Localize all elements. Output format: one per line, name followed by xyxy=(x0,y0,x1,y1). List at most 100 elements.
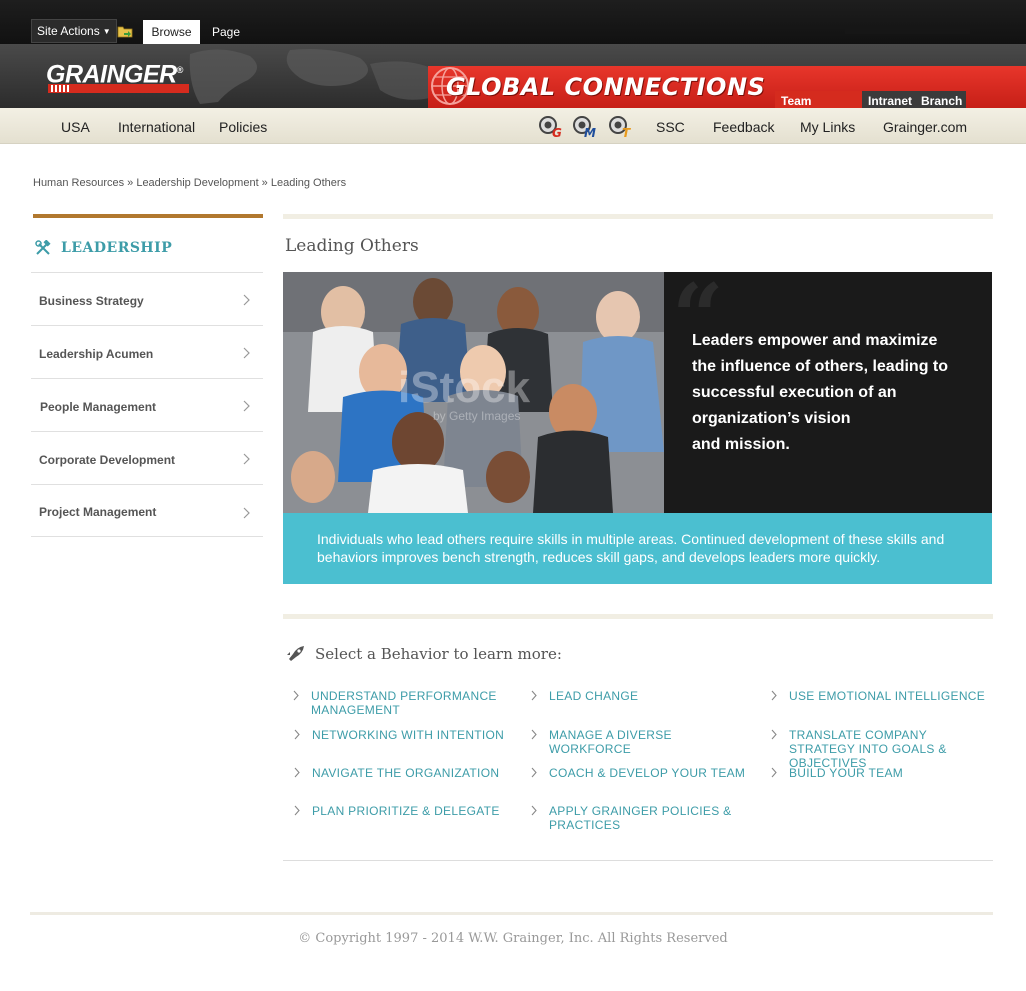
folder-navigate-icon[interactable] xyxy=(117,24,133,38)
behavior-link-translate-company-strategy[interactable]: TRANSLATE COMPANY STRATEGY INTO GOALS & … xyxy=(771,728,989,770)
tab-branch[interactable]: Branch xyxy=(915,91,966,108)
behavior-label: PLAN PRIORITIZE & DELEGATE xyxy=(312,804,500,818)
behavior-link-understand-performance-management[interactable]: UNDERSTAND PERFORMANCE MANAGEMENT xyxy=(293,689,511,717)
chevron-right-icon xyxy=(771,767,777,778)
sidebar-item-people-management[interactable]: People Management xyxy=(31,378,263,431)
nav-policies[interactable]: Policies xyxy=(219,119,267,135)
behavior-label: UNDERSTAND PERFORMANCE MANAGEMENT xyxy=(311,689,497,717)
behavior-link-apply-grainger-policies[interactable]: APPLY GRAINGER POLICIES & PRACTICES xyxy=(531,804,734,832)
chevron-right-icon xyxy=(243,400,250,412)
site-actions-label: Site Actions xyxy=(37,24,100,38)
sidebar-item-leadership-acumen[interactable]: Leadership Acumen xyxy=(31,325,263,378)
behavior-link-plan-prioritize-delegate[interactable]: PLAN PRIORITIZE & DELEGATE xyxy=(294,804,512,818)
site-title: GLOBAL CONNECTIONS xyxy=(446,73,766,101)
breadcrumb[interactable]: Human Resources » Leadership Development… xyxy=(33,177,346,189)
behavior-label: APPLY GRAINGER POLICIES & PRACTICES xyxy=(549,804,732,832)
behavior-label: NETWORKING WITH INTENTION xyxy=(312,728,505,742)
logo-red-bar xyxy=(48,84,189,93)
chevron-right-icon xyxy=(294,729,300,740)
chevron-right-icon xyxy=(243,453,250,465)
svg-text:M: M xyxy=(584,126,596,139)
footer-rule xyxy=(30,912,993,915)
main-bottom-rule xyxy=(283,860,993,861)
chevron-right-icon xyxy=(243,507,250,519)
behavior-link-build-your-team[interactable]: BUILD YOUR TEAM xyxy=(771,766,989,780)
behavior-label: LEAD CHANGE xyxy=(549,689,639,703)
sidebar-item-business-strategy[interactable]: Business Strategy xyxy=(31,272,263,325)
team-photo: iStock by Getty Images xyxy=(283,272,664,513)
logo-wordmark: GRAINGER® xyxy=(46,60,183,89)
sidebar-bottom-rule xyxy=(31,536,263,537)
select-behavior-heading: Select a Behavior to learn more: xyxy=(315,645,562,663)
chevron-right-icon xyxy=(243,294,250,306)
behavior-label: COACH & DEVELOP YOUR TEAM xyxy=(549,766,746,780)
main-top-rule xyxy=(283,214,993,219)
intro-text: Individuals who lead others require skil… xyxy=(317,531,945,565)
behavior-label: TRANSLATE COMPANY STRATEGY INTO GOALS & … xyxy=(789,728,947,770)
sharepoint-ribbon: Site Actions ▼ Browse Page xyxy=(0,0,1026,44)
grainger-logo[interactable]: GRAINGER® xyxy=(46,57,198,97)
nav-ssc[interactable]: SSC xyxy=(656,119,685,135)
chevron-right-icon xyxy=(531,729,537,740)
behavior-link-navigate-the-organization[interactable]: NAVIGATE THE ORGANIZATION xyxy=(294,766,512,780)
behavior-link-manage-diverse-workforce[interactable]: MANAGE A DIVERSE WORKFORCE xyxy=(531,728,754,756)
tab-browse[interactable]: Browse xyxy=(143,20,200,44)
main-nav: USA International Policies G M T SSC Fee… xyxy=(0,108,1026,144)
app-t-icon[interactable]: T xyxy=(608,115,634,139)
site-actions-menu[interactable]: Site Actions ▼ xyxy=(31,19,117,43)
sidebar-item-corporate-development[interactable]: Corporate Development xyxy=(31,431,263,484)
sidebar-item-label: Project Management xyxy=(39,505,157,519)
chevron-right-icon xyxy=(531,767,537,778)
caret-down-icon: ▼ xyxy=(102,27,111,36)
photo-watermark-sub: by Getty Images xyxy=(433,409,520,423)
sidebar-item-label: People Management xyxy=(40,400,157,414)
chevron-right-icon xyxy=(771,690,777,701)
brand-header: GRAINGER® GLOBAL CONNECTIONS Team Member… xyxy=(0,44,1026,108)
sidebar-item-project-management[interactable]: Project Management xyxy=(31,484,263,536)
photo-watermark: iStock xyxy=(398,363,531,412)
nav-my-links[interactable]: My Links xyxy=(800,119,855,135)
page-title: Leading Others xyxy=(285,236,419,256)
behavior-link-networking-with-intention[interactable]: NETWORKING WITH INTENTION xyxy=(294,728,512,742)
nav-grainger-com[interactable]: Grainger.com xyxy=(883,119,967,135)
behavior-label: MANAGE A DIVERSE WORKFORCE xyxy=(549,728,672,756)
quote-text: Leaders empower and maximize the influen… xyxy=(692,332,949,453)
behavior-link-coach-develop-team[interactable]: COACH & DEVELOP YOUR TEAM xyxy=(531,766,754,780)
svg-text:T: T xyxy=(622,126,631,139)
copyright-text: © Copyright 1997 - 2014 W.W. Grainger, I… xyxy=(298,931,728,946)
behavior-label: USE EMOTIONAL INTELLIGENCE xyxy=(789,689,986,703)
chevron-right-icon xyxy=(243,347,250,359)
rocket-icon xyxy=(287,646,304,661)
hero-banner: iStock by Getty Images “ Leaders empower… xyxy=(283,272,992,513)
behavior-label: BUILD YOUR TEAM xyxy=(789,766,904,780)
tools-icon xyxy=(35,240,51,255)
chevron-right-icon xyxy=(294,805,300,816)
nav-feedback[interactable]: Feedback xyxy=(713,119,774,135)
sidebar-item-label: Leadership Acumen xyxy=(39,347,154,361)
sidebar-top-rule xyxy=(33,214,263,218)
chevron-right-icon xyxy=(294,767,300,778)
chevron-right-icon xyxy=(771,729,777,740)
behavior-label: NAVIGATE THE ORGANIZATION xyxy=(312,766,500,780)
chevron-right-icon xyxy=(531,805,537,816)
sidebar-item-label: Corporate Development xyxy=(39,453,176,467)
intro-band: Individuals who lead others require skil… xyxy=(283,513,992,584)
nav-international[interactable]: International xyxy=(118,119,195,135)
behavior-link-lead-change[interactable]: LEAD CHANGE xyxy=(531,689,754,703)
quote-panel: “ Leaders empower and maximize the influ… xyxy=(664,272,992,513)
world-map-graphic xyxy=(189,49,446,104)
nav-usa[interactable]: USA xyxy=(61,119,90,135)
chevron-right-icon xyxy=(531,690,537,701)
tab-page[interactable]: Page xyxy=(212,25,240,39)
sidebar-item-label: Business Strategy xyxy=(39,294,144,308)
app-g-icon[interactable]: G xyxy=(538,115,564,139)
tab-intranet[interactable]: Intranet xyxy=(862,91,915,108)
tab-team-member[interactable]: Team Member xyxy=(775,91,862,108)
behavior-link-use-emotional-intelligence[interactable]: USE EMOTIONAL INTELLIGENCE xyxy=(771,689,989,703)
sidebar-heading-label: LEADERSHIP xyxy=(61,240,173,256)
app-m-icon[interactable]: M xyxy=(572,115,598,139)
main-mid-rule xyxy=(283,614,993,619)
ribbon-user-area xyxy=(845,26,970,34)
svg-text:G: G xyxy=(552,126,562,139)
chevron-right-icon xyxy=(293,690,299,701)
